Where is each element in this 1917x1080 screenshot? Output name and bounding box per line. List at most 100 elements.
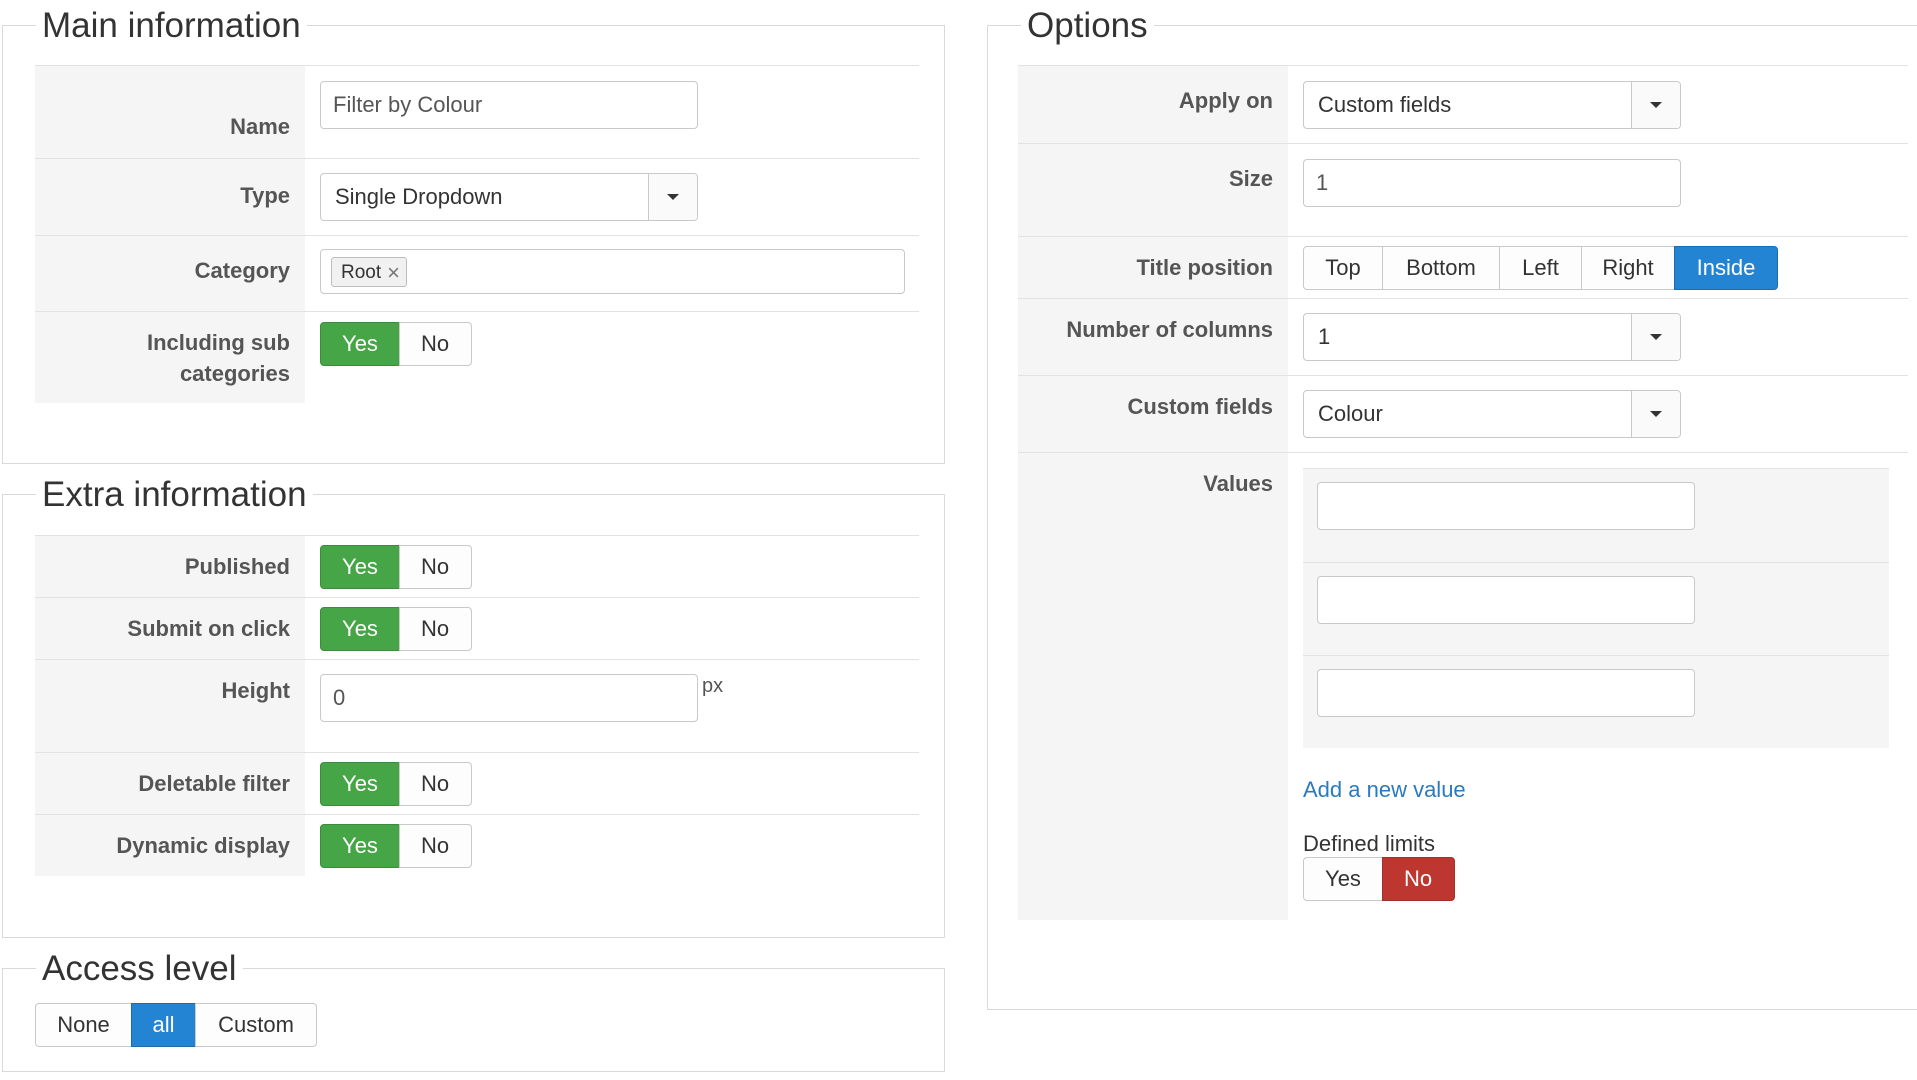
custom-fields-label: Custom fields: [1018, 376, 1288, 452]
access-level-buttons: None all Custom: [35, 1003, 317, 1047]
submit-on-click-label: Submit on click: [35, 598, 305, 659]
list-item: [1303, 562, 1889, 655]
title-position-inside-button[interactable]: Inside: [1674, 246, 1778, 290]
including-sub-categories-label-line1: Including sub: [147, 330, 290, 355]
form-row-title-position: Title position Top Bottom Left Right Ins…: [1018, 236, 1908, 298]
chevron-down-icon: [667, 194, 679, 200]
main-information-legend: Main information: [36, 4, 307, 48]
dynamic-display-no-button[interactable]: No: [398, 824, 472, 868]
options-legend: Options: [1021, 4, 1154, 48]
apply-on-label: Apply on: [1018, 66, 1288, 143]
deletable-filter-no-button[interactable]: No: [398, 762, 472, 806]
dynamic-display-toggle: Yes No: [320, 824, 472, 868]
deletable-filter-label: Deletable filter: [35, 753, 305, 814]
chevron-down-icon: [1650, 102, 1662, 108]
type-label: Type: [35, 159, 305, 235]
including-sub-categories-label-line2: categories: [179, 361, 290, 386]
form-row-dynamic-display: Dynamic display Yes No: [35, 814, 919, 876]
form-row-category: Category Root ×: [35, 235, 919, 311]
published-toggle: Yes No: [320, 545, 472, 589]
apply-on-dropdown-toggle[interactable]: [1631, 82, 1680, 128]
list-item: [1303, 469, 1889, 562]
type-select-value: Single Dropdown: [335, 184, 503, 209]
form-row-type: Type Single Dropdown: [35, 158, 919, 235]
title-position-top-button[interactable]: Top: [1303, 246, 1383, 290]
submit-on-click-yes-button[interactable]: Yes: [320, 607, 400, 651]
height-unit-suffix: px: [702, 675, 724, 697]
form-row-height: Height px: [35, 659, 919, 752]
published-no-button[interactable]: No: [398, 545, 472, 589]
title-position-buttons: Top Bottom Left Right Inside: [1303, 246, 1778, 290]
height-label: Height: [35, 660, 305, 752]
form-row-name: Name: [35, 65, 919, 158]
size-input[interactable]: [1303, 159, 1681, 207]
height-input[interactable]: [320, 674, 698, 722]
extra-information-fieldset: Extra information Published Yes No Submi…: [2, 473, 945, 938]
values-list: [1303, 468, 1889, 748]
category-tag-label: Root: [341, 261, 382, 283]
published-yes-button[interactable]: Yes: [320, 545, 400, 589]
custom-fields-dropdown-toggle[interactable]: [1631, 391, 1680, 437]
including-sub-categories-toggle: Yes No: [320, 322, 472, 366]
type-select[interactable]: Single Dropdown: [320, 173, 698, 221]
main-information-form: Name Type Single Dropdown Category Root …: [35, 65, 919, 403]
defined-limits-toggle: Yes No: [1303, 857, 1455, 901]
including-sub-categories-yes-button[interactable]: Yes: [320, 322, 400, 366]
remove-tag-icon[interactable]: ×: [387, 259, 400, 286]
number-of-columns-select[interactable]: 1: [1303, 313, 1681, 361]
number-of-columns-label: Number of columns: [1018, 299, 1288, 375]
name-input[interactable]: [320, 81, 698, 129]
form-row-number-of-columns: Number of columns 1: [1018, 298, 1908, 375]
title-position-bottom-button[interactable]: Bottom: [1381, 246, 1501, 290]
list-item: [1303, 655, 1889, 748]
value-input[interactable]: [1317, 576, 1695, 624]
value-input[interactable]: [1317, 669, 1695, 717]
including-sub-categories-label: Including sub categories: [35, 312, 305, 403]
options-form: Apply on Custom fields Size Title positi…: [1018, 65, 1908, 920]
category-tag-root: Root ×: [331, 257, 407, 287]
category-label: Category: [35, 236, 305, 311]
defined-limits-label: Defined limits: [1303, 831, 1436, 856]
form-row-apply-on: Apply on Custom fields: [1018, 65, 1908, 143]
deletable-filter-yes-button[interactable]: Yes: [320, 762, 400, 806]
access-level-all-button[interactable]: all: [130, 1003, 197, 1047]
custom-fields-select-value: Colour: [1318, 401, 1383, 426]
custom-fields-select[interactable]: Colour: [1303, 390, 1681, 438]
form-row-deletable-filter: Deletable filter Yes No: [35, 752, 919, 814]
form-row-custom-fields: Custom fields Colour: [1018, 375, 1908, 452]
access-level-fieldset: Access level None all Custom: [2, 947, 945, 1072]
form-row-size: Size: [1018, 143, 1908, 236]
form-row-values: Values Add a new value Defined limits Ye…: [1018, 452, 1908, 920]
apply-on-select-value: Custom fields: [1318, 92, 1452, 117]
category-multiselect[interactable]: Root ×: [320, 249, 905, 294]
extra-information-legend: Extra information: [36, 473, 313, 517]
type-dropdown-toggle[interactable]: [648, 174, 697, 220]
title-position-left-button[interactable]: Left: [1499, 246, 1582, 290]
number-of-columns-dropdown-toggle[interactable]: [1631, 314, 1680, 360]
number-of-columns-select-value: 1: [1318, 324, 1331, 349]
including-sub-categories-no-button[interactable]: No: [398, 322, 472, 366]
apply-on-select[interactable]: Custom fields: [1303, 81, 1681, 129]
title-position-label: Title position: [1018, 237, 1288, 298]
submit-on-click-toggle: Yes No: [320, 607, 472, 651]
defined-limits-yes-button[interactable]: Yes: [1303, 857, 1383, 901]
form-row-published: Published Yes No: [35, 535, 919, 597]
values-label: Values: [1018, 453, 1288, 920]
submit-on-click-no-button[interactable]: No: [398, 607, 472, 651]
main-information-fieldset: Main information Name Type Single Dropdo…: [2, 4, 945, 464]
dynamic-display-yes-button[interactable]: Yes: [320, 824, 400, 868]
access-level-none-button[interactable]: None: [35, 1003, 132, 1047]
access-level-custom-button[interactable]: Custom: [195, 1003, 317, 1047]
options-fieldset: Options Apply on Custom fields Size Titl…: [987, 4, 1917, 1010]
name-label: Name: [35, 66, 305, 158]
size-label: Size: [1018, 144, 1288, 236]
defined-limits-no-button[interactable]: No: [1381, 857, 1455, 901]
value-input[interactable]: [1317, 482, 1695, 530]
published-label: Published: [35, 536, 305, 597]
add-new-value-link[interactable]: Add a new value: [1303, 777, 1466, 803]
form-row-including-sub-categories: Including sub categories Yes No: [35, 311, 919, 403]
title-position-right-button[interactable]: Right: [1580, 246, 1676, 290]
extra-information-form: Published Yes No Submit on click Yes No …: [35, 535, 919, 876]
chevron-down-icon: [1650, 411, 1662, 417]
dynamic-display-label: Dynamic display: [35, 815, 305, 876]
